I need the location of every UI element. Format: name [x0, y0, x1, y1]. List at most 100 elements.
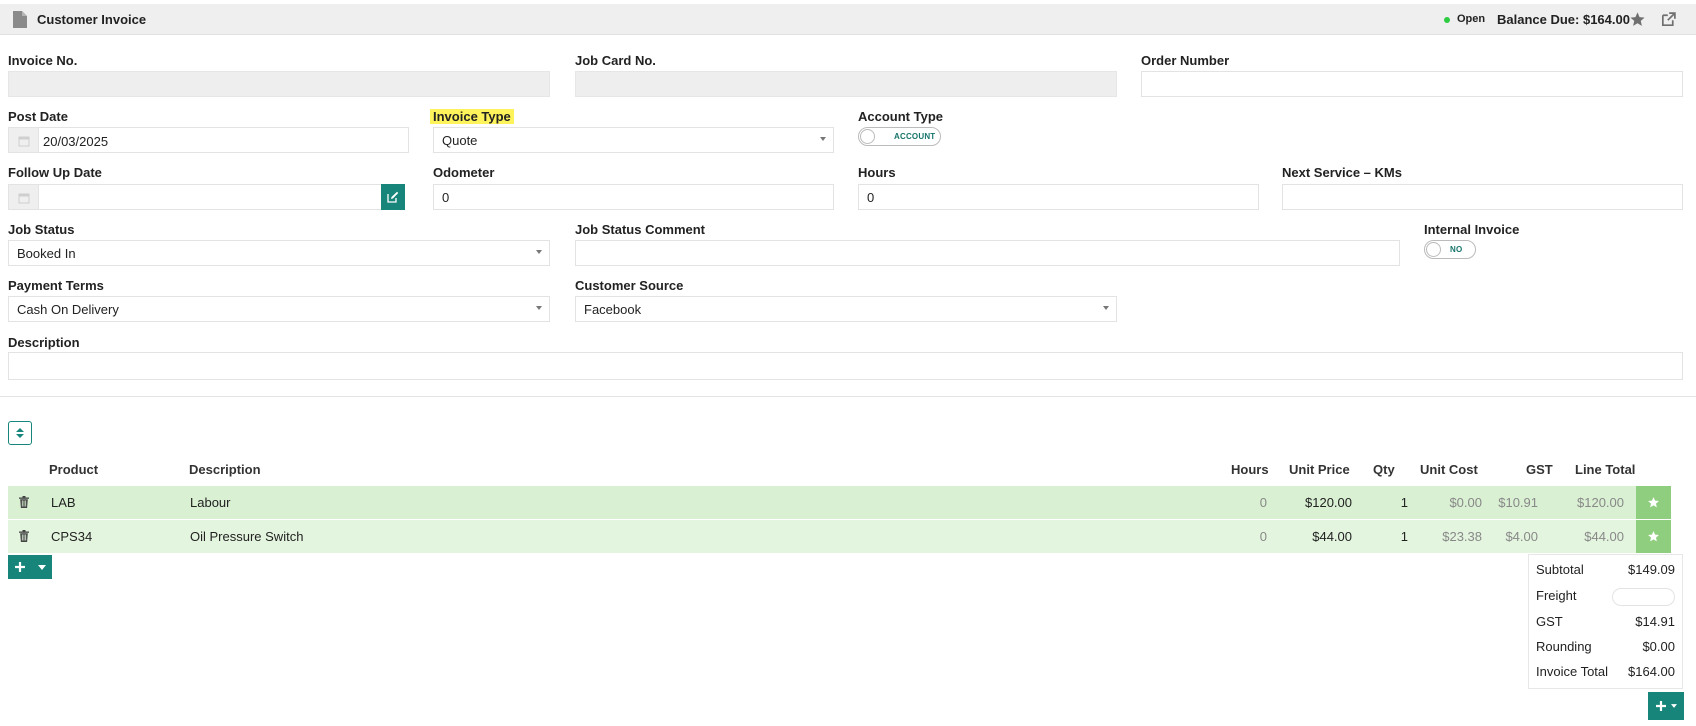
description-input[interactable]	[8, 352, 1683, 380]
col-line-total: Line Total	[1575, 462, 1636, 477]
star-icon[interactable]	[1629, 11, 1646, 28]
invoice-total-label: Invoice Total	[1536, 664, 1609, 679]
account-type-toggle-label: ACCOUNT	[894, 132, 936, 141]
favorite-button[interactable]	[1636, 520, 1671, 553]
internal-invoice-toggle-label: NO	[1450, 245, 1463, 254]
hours-input[interactable]: 0	[858, 184, 1259, 210]
table-row[interactable]: CPS34 Oil Pressure Switch 0 $44.00 1 $23…	[8, 520, 1671, 553]
line-total-value: $44.00	[1584, 529, 1624, 544]
rounding-value: $0.00	[1642, 639, 1675, 654]
product-code: CPS34	[51, 529, 93, 544]
job-status-label: Job Status	[8, 222, 75, 237]
sort-icon	[16, 428, 24, 438]
add-action-button[interactable]	[1648, 692, 1684, 720]
qty-value: 1	[1400, 495, 1408, 510]
col-product: Product	[49, 462, 99, 477]
product-description: Labour	[190, 495, 231, 510]
follow-up-date-label: Follow Up Date	[8, 165, 102, 180]
job-card-no-field	[575, 71, 1117, 97]
order-number-input[interactable]	[1141, 71, 1683, 97]
odometer-label: Odometer	[433, 165, 495, 180]
plus-icon	[15, 562, 25, 572]
col-hours: Hours	[1231, 462, 1269, 477]
odometer-input[interactable]: 0	[433, 184, 834, 210]
favorite-button[interactable]	[1636, 486, 1671, 519]
trash-icon[interactable]	[19, 530, 29, 542]
unit-price-value: $120.00	[1305, 495, 1352, 510]
product-description: Oil Pressure Switch	[190, 529, 304, 544]
page-title: Customer Invoice	[37, 12, 147, 27]
rounding-label: Rounding	[1536, 639, 1592, 654]
line-total-value: $120.00	[1577, 495, 1624, 510]
calendar-button[interactable]	[9, 128, 39, 152]
table-row[interactable]: LAB Labour 0 $120.00 1 $0.00 $10.91 $120…	[8, 486, 1671, 519]
freight-input[interactable]	[1612, 588, 1675, 606]
customer-source-select[interactable]: Facebook	[575, 296, 1117, 322]
unit-cost-value: $0.00	[1449, 495, 1482, 510]
status-badge: Open	[1457, 13, 1486, 25]
next-service-label: Next Service – KMs	[1282, 165, 1402, 180]
calendar-button[interactable]	[9, 185, 39, 209]
col-gst: GST	[1526, 462, 1553, 477]
follow-up-date-input[interactable]	[8, 184, 382, 210]
invoice-no-field	[8, 71, 550, 97]
document-icon	[13, 11, 27, 28]
edit-icon	[387, 191, 399, 203]
hours-label: Hours	[858, 165, 896, 180]
next-service-input[interactable]	[1282, 184, 1683, 210]
invoice-total-value: $164.00	[1628, 664, 1675, 679]
star-icon	[1648, 497, 1659, 508]
account-type-label: Account Type	[858, 109, 943, 124]
edit-follow-up-button[interactable]	[381, 184, 405, 210]
post-date-label: Post Date	[8, 109, 68, 124]
payment-terms-value: Cash On Delivery	[17, 302, 119, 317]
internal-invoice-label: Internal Invoice	[1424, 222, 1520, 237]
external-link-icon[interactable]	[1660, 11, 1677, 28]
customer-source-label: Customer Source	[575, 278, 684, 293]
gst-total-label: GST	[1536, 614, 1563, 629]
unit-price-value: $44.00	[1312, 529, 1352, 544]
invoice-type-value: Quote	[442, 133, 478, 148]
job-status-comment-label: Job Status Comment	[575, 222, 706, 237]
toggle-knob	[860, 129, 875, 144]
payment-terms-select[interactable]: Cash On Delivery	[8, 296, 550, 322]
product-code: LAB	[51, 495, 76, 510]
status-dot	[1444, 17, 1450, 23]
invoice-type-label: Invoice Type	[430, 109, 514, 124]
chevron-down-icon[interactable]	[38, 565, 46, 570]
col-unit-cost: Unit Cost	[1420, 462, 1478, 477]
balance-due: Balance Due: $164.00	[1497, 12, 1630, 27]
gst-value: $4.00	[1505, 529, 1538, 544]
hours-value: 0	[1259, 495, 1267, 510]
chevron-down-icon	[536, 250, 542, 254]
col-qty: Qty	[1373, 462, 1395, 477]
add-line-button[interactable]	[8, 555, 52, 579]
calendar-icon	[18, 193, 30, 204]
chevron-down-icon	[1103, 306, 1109, 310]
freight-label: Freight	[1536, 588, 1577, 603]
plus-icon	[1656, 701, 1666, 711]
hours-value: 0	[1259, 529, 1267, 544]
trash-icon[interactable]	[19, 496, 29, 508]
post-date-input[interactable]: 20/03/2025	[8, 127, 409, 153]
calendar-icon	[18, 136, 30, 147]
job-status-comment-input[interactable]	[575, 240, 1400, 266]
unit-cost-value: $23.38	[1442, 529, 1482, 544]
invoice-type-select[interactable]: Quote	[433, 127, 834, 153]
section-divider	[0, 396, 1696, 397]
star-icon	[1648, 531, 1659, 542]
job-status-value: Booked In	[17, 246, 76, 261]
invoice-header: Customer Invoice Open Balance Due: $164.…	[0, 4, 1696, 35]
description-label: Description	[8, 335, 80, 350]
job-card-no-label: Job Card No.	[575, 53, 656, 68]
gst-total-value: $14.91	[1635, 614, 1675, 629]
chevron-down-icon	[1671, 704, 1677, 708]
sort-toggle-button[interactable]	[8, 421, 32, 445]
customer-source-value: Facebook	[584, 302, 642, 317]
col-description: Description	[189, 462, 261, 477]
account-type-toggle[interactable]: ACCOUNT	[858, 127, 941, 146]
job-status-select[interactable]: Booked In	[8, 240, 550, 266]
col-unit-price: Unit Price	[1289, 462, 1350, 477]
totals-panel: Subtotal $149.09 Freight GST $14.91 Roun…	[1528, 554, 1683, 689]
internal-invoice-toggle[interactable]: NO	[1424, 240, 1476, 259]
